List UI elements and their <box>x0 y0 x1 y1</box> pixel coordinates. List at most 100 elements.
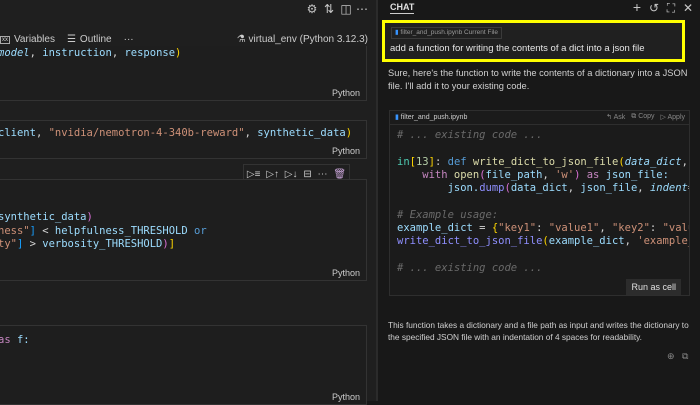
user-prompt: ▮ filter_and_push.ipynb Current File add… <box>382 20 685 62</box>
code-token: json. <box>397 182 480 195</box>
code-line: # ... existing code ... <box>397 262 542 274</box>
code-token: file_path <box>485 168 543 181</box>
code-token: , <box>681 155 688 168</box>
code-content: # ... existing code ... in[13]: def write… <box>390 129 689 274</box>
code-token: in <box>397 155 410 168</box>
code-token: , <box>542 168 556 181</box>
chat-tab[interactable]: CHAT <box>390 2 415 14</box>
code-token: , <box>244 127 258 139</box>
more-button[interactable]: ··· <box>124 34 134 45</box>
code-token: , <box>29 47 43 59</box>
apply-button[interactable]: ▷ Apply <box>661 113 685 121</box>
variables-icon: xx <box>0 35 10 44</box>
code-token: response <box>124 47 176 59</box>
context-file-name: filter_and_push.ipynb <box>400 29 463 36</box>
code-token: with <box>397 168 454 181</box>
code-token: ) <box>345 127 353 139</box>
history-icon[interactable]: ↺ <box>647 1 661 15</box>
more-icon[interactable]: ⋯ <box>355 2 369 16</box>
response-intro: Sure, here's the function to write the c… <box>388 68 688 91</box>
cell-language-label[interactable]: Python <box>332 88 360 98</box>
apply-label: Apply <box>667 114 685 121</box>
run-above-icon[interactable]: ▷↑ <box>266 169 279 180</box>
copy-label: Copy <box>638 113 655 120</box>
kernel-picker[interactable]: ⚗ virtual_env (Python 3.12.3) <box>237 34 368 45</box>
code-line: # ... existing code ... <box>397 129 542 141</box>
code-cell[interactable]: client, "nvidia/nemotron-4-340b-reward",… <box>0 120 367 159</box>
execute-above-icon[interactable]: ▷≡ <box>247 169 261 180</box>
code-token: 'w' <box>555 168 575 181</box>
delete-icon[interactable]: 🗑 <box>333 169 346 180</box>
code-cell[interactable]: as f: Python <box>0 325 367 405</box>
code-line: with open(file_path, 'w') as json_file: <box>397 169 669 181</box>
code-line: example_dict = {"key1": "value1", "key2"… <box>397 222 689 235</box>
code-token: model <box>0 47 30 59</box>
code-token: : <box>434 155 448 168</box>
code-token: helpfulness_THRESHOLD <box>54 224 188 237</box>
code-token: json_file: <box>605 168 669 181</box>
code-token: open <box>453 168 480 181</box>
feedback-icon[interactable]: ⊕ <box>667 351 675 362</box>
kernel-icon: ⚗ <box>236 34 249 45</box>
code-token: json_file <box>580 182 638 195</box>
code-token: , <box>567 182 581 195</box>
gear-icon[interactable]: ⚙ <box>305 2 319 16</box>
code-line: model, instruction, response) <box>0 47 181 59</box>
compare-changes-icon[interactable]: ⇅ <box>322 2 336 16</box>
code-token: as <box>580 168 606 181</box>
code-line: # Example usage: <box>397 209 498 221</box>
code-token: as <box>0 334 11 346</box>
split-editor-icon[interactable]: ◫ <box>339 2 353 16</box>
variables-button[interactable]: Variables <box>14 34 55 45</box>
code-token: write_dict_to_json_file <box>472 155 619 168</box>
code-token: "key2" <box>611 222 650 235</box>
maximize-icon[interactable]: ⛶ <box>664 1 678 15</box>
code-token: 13 <box>415 155 429 168</box>
code-token: ty" <box>0 238 17 250</box>
code-token: , <box>111 47 125 59</box>
code-token: instruction <box>42 47 112 59</box>
run-as-cell-button[interactable]: Run as cell <box>626 279 681 295</box>
response-outro: This function takes a dictionary and a f… <box>388 320 689 342</box>
code-token: indent <box>649 182 688 195</box>
code-token: or <box>187 224 207 237</box>
code-token: "key1" <box>498 222 537 235</box>
code-cell[interactable]: model, instruction, response) Python <box>0 46 367 101</box>
code-token: verbosity_THRESHOLD <box>42 238 163 250</box>
code-line: as f: <box>0 334 30 346</box>
code-token: , <box>35 127 49 139</box>
outline-button[interactable]: Outline <box>80 34 112 45</box>
more-icon[interactable]: ⋯ <box>318 169 328 180</box>
new-chat-icon[interactable]: + <box>630 0 644 14</box>
code-token: , <box>637 182 650 195</box>
code-token: 'example_output <box>637 235 689 248</box>
ask-label: Ask <box>613 114 626 121</box>
copy-button[interactable]: ⧉ Copy <box>631 113 654 121</box>
code-block: ▮ filter_and_push.ipynb ↰ Ask ⧉ Copy ▷ A… <box>389 110 690 296</box>
code-cell[interactable]: synthetic_data) ness"] < helpfulness_THRE… <box>0 179 367 281</box>
code-token: "value1" <box>548 222 600 235</box>
prompt-text: add a function for writing the contents … <box>390 43 645 54</box>
cell-language-label[interactable]: Python <box>332 146 360 156</box>
code-token: ) <box>86 211 93 223</box>
code-token: = <box>688 182 689 194</box>
code-line: json.dump(data_dict, json_file, indent=4… <box>397 182 689 195</box>
split-cell-icon[interactable]: ⊟ <box>303 169 311 180</box>
code-token: # ... existing code ... <box>397 129 543 141</box>
code-token: ness" <box>0 224 30 237</box>
copy-response-icon[interactable]: ⧉ <box>682 351 688 362</box>
code-token: # ... existing code ... <box>397 262 543 274</box>
run-below-icon[interactable]: ▷↓ <box>285 169 298 180</box>
ask-button[interactable]: ↰ Ask <box>606 113 625 121</box>
code-token: data_dict <box>510 182 568 195</box>
code-token: def <box>447 155 473 168</box>
code-token: : <box>536 222 549 235</box>
code-line: client, "nvidia/nemotron-4-340b-reward",… <box>0 127 352 139</box>
chat-panel: CHAT + ↺ ⛶ ✕ ▮ filter_and_push.ipynb Cur… <box>378 0 700 401</box>
close-icon[interactable]: ✕ <box>681 1 695 15</box>
code-token: "nvidia/nemotron-4-340b-reward" <box>48 127 245 139</box>
code-block-file: ▮ filter_and_push.ipynb <box>395 113 467 121</box>
code-token: < <box>35 224 55 237</box>
context-file-chip[interactable]: ▮ filter_and_push.ipynb Current File <box>391 27 502 39</box>
cell-language-label[interactable]: Python <box>332 268 360 278</box>
